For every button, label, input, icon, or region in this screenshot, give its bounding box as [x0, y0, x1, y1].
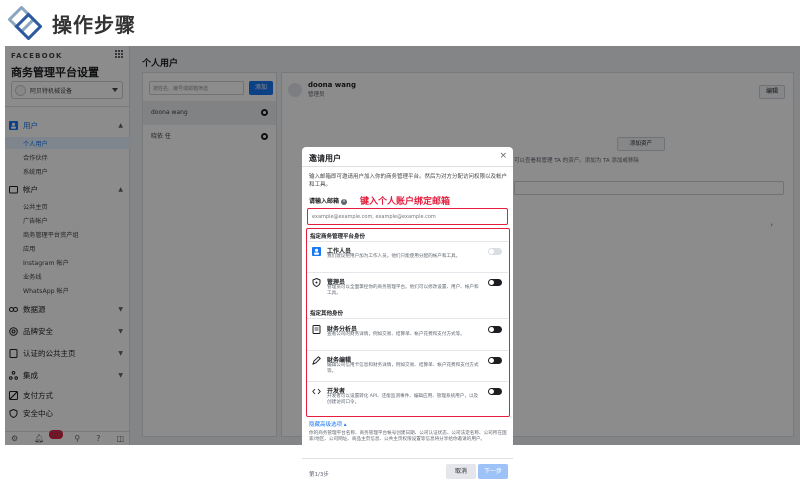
- email-field-highlight: [307, 208, 508, 225]
- role-finance-analyst[interactable]: 财务分析员 查看公司的财务详情，例如交易、结算单、帐户花费和支付方式等。: [310, 323, 504, 349]
- role-admin[interactable]: 管理员 管理员可以全面掌控你的商务管理平台。他们可以修改设置、用户、帐户和工具。: [310, 276, 504, 302]
- role-employee[interactable]: 工作人员 我们建议把用户加为工作人员。他们只能使用分配的帐户和工具。: [310, 245, 504, 271]
- shield-icon: [312, 277, 321, 288]
- employee-toggle[interactable]: [488, 248, 502, 255]
- annotation-label: 键入个人账户绑定邮箱: [360, 197, 451, 207]
- roles-highlight-box: 指定商务管理平台身份 工作人员 我们建议把用户加为工作人员。他们只能使用分配的帐…: [306, 228, 510, 417]
- dialog-footnote: 你的商务管理平台名称、商务管理平台帐号创建日期、公司认证状态、公司法定名称、公司…: [309, 431, 507, 442]
- business-manager-app: FACEBOOK 商务管理平台设置 阿贝特机械设备 用户 ▲ 个人用户 合作伙伴…: [5, 46, 800, 484]
- diamond-logo-icon: [7, 5, 43, 41]
- next-button[interactable]: 下一步: [478, 464, 508, 479]
- business-role-group-title: 指定商务管理平台身份: [310, 234, 366, 240]
- code-icon: [312, 387, 321, 396]
- advanced-options-link[interactable]: 隐藏高级选项 ▴: [309, 420, 347, 428]
- role-developer[interactable]: 开发者 开发者可以设置转化 API、还能监测事件、编辑应用、管理系统用户，以及创…: [310, 385, 504, 411]
- invite-people-dialog: 邀请用户 × 输入邮箱即可邀请用户加入你的商务管理平台。然后为对方分配访问权限以…: [302, 147, 513, 484]
- pencil-icon: [312, 356, 321, 365]
- people-icon: [312, 247, 321, 256]
- banner-title: 操作步骤: [52, 12, 136, 37]
- finance-analyst-toggle[interactable]: [488, 326, 502, 333]
- finance-editor-toggle[interactable]: [488, 357, 502, 364]
- step-indicator: 第1/3步: [309, 472, 329, 478]
- document-icon: [312, 325, 321, 334]
- dialog-intro: 输入邮箱即可邀请用户加入你的商务管理平台。然后为对方分配访问权限以及帐户和工具。: [309, 174, 508, 188]
- other-role-group-title: 指定其他身份: [310, 311, 344, 317]
- developer-toggle[interactable]: [488, 388, 502, 395]
- info-icon[interactable]: i: [341, 198, 348, 205]
- email-field[interactable]: [312, 212, 502, 221]
- dialog-title: 邀请用户: [309, 154, 341, 163]
- close-icon[interactable]: ×: [499, 151, 507, 161]
- top-banner: 操作步骤: [0, 0, 800, 46]
- role-finance-editor[interactable]: 财务编辑 编辑公司信用卡信息和财务详情，例如交易、结算单、帐户花费和支付方式等。: [310, 354, 504, 380]
- email-label: 请输入邮箱 i: [309, 196, 348, 205]
- cancel-button[interactable]: 取消: [446, 464, 476, 479]
- admin-toggle[interactable]: [488, 279, 502, 286]
